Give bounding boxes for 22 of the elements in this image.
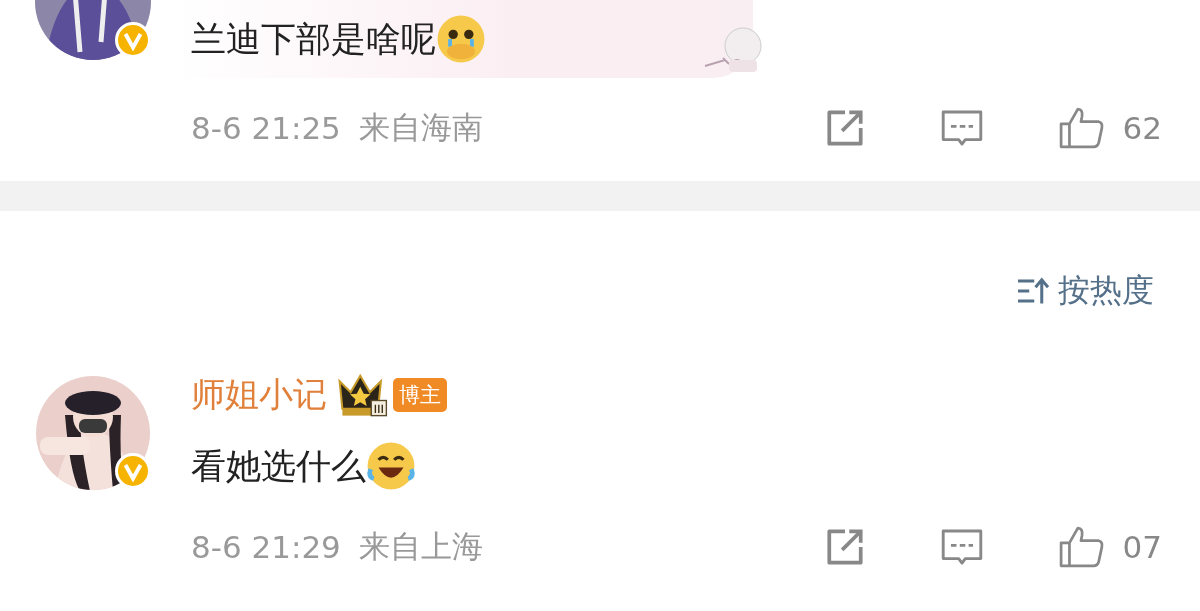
- author-name[interactable]: 师姐小记: [191, 372, 327, 418]
- sort-button[interactable]: 按热度: [1016, 269, 1154, 313]
- emoji-icon: [366, 441, 416, 491]
- role-tag: 博主: [393, 378, 447, 412]
- comment-location: 来自海南: [358, 108, 483, 147]
- thumbs-up-icon: [1058, 107, 1105, 149]
- emoji-icon: [436, 14, 486, 64]
- comment-time: 8-6 21:25: [191, 110, 341, 146]
- comment-icon[interactable]: [940, 109, 983, 147]
- bubble-decoration-drawing: [703, 24, 763, 74]
- like-button[interactable]: 07: [1058, 526, 1162, 568]
- comment-location: 来自上海: [358, 527, 483, 566]
- comment-icon[interactable]: [940, 528, 983, 566]
- sort-icon: [1016, 276, 1050, 306]
- crown-icon: [337, 373, 389, 417]
- share-icon[interactable]: [824, 527, 865, 567]
- comment-text: 看她选什么: [191, 444, 366, 488]
- comment-text: 兰迪下部是啥呢: [191, 17, 436, 61]
- like-button[interactable]: 62: [1058, 107, 1162, 149]
- comment-time: 8-6 21:29: [191, 529, 341, 565]
- share-icon[interactable]: [824, 108, 865, 148]
- thumbs-up-icon: [1058, 526, 1105, 568]
